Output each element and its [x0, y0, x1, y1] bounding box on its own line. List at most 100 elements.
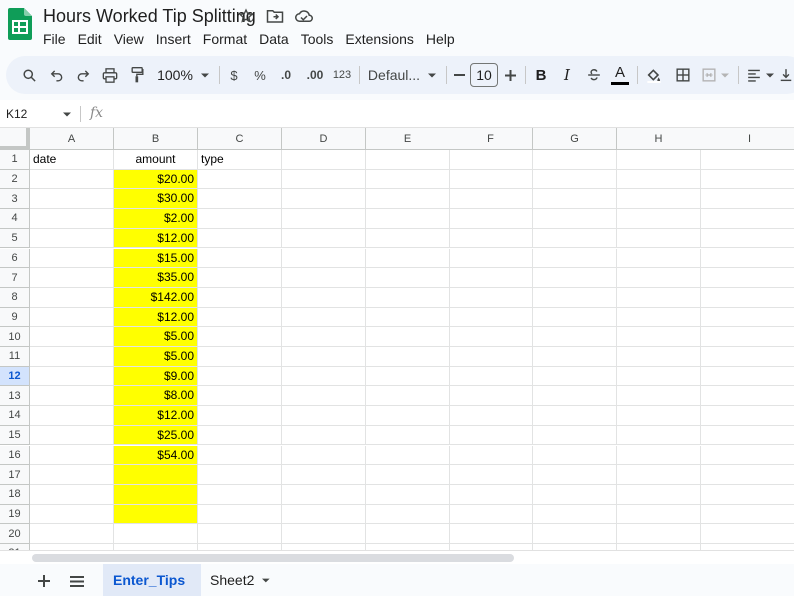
cell-i13[interactable] [700, 386, 794, 407]
cell-e16[interactable] [366, 445, 450, 466]
row-header[interactable]: 15 [0, 425, 30, 446]
menu-insert[interactable]: Insert [150, 30, 197, 48]
decrease-font-size-button[interactable] [450, 56, 468, 94]
cell-c2[interactable] [198, 169, 282, 190]
column-header-f[interactable]: F [449, 128, 533, 150]
cell-c12[interactable] [198, 366, 282, 387]
undo-icon[interactable] [46, 56, 68, 94]
row-header[interactable]: 14 [0, 406, 30, 426]
text-color-button[interactable]: A [609, 56, 631, 94]
cell-b13[interactable]: $8.00 [114, 386, 198, 407]
cell-g20[interactable] [533, 524, 617, 544]
cell-a3[interactable] [30, 189, 114, 210]
borders-icon[interactable] [672, 56, 694, 94]
cell-d10[interactable] [282, 327, 366, 347]
cell-e14[interactable] [366, 406, 450, 426]
cell-c1[interactable]: type [198, 150, 282, 170]
horizontal-scrollbar[interactable] [0, 550, 794, 564]
cell-b7[interactable]: $35.00 [114, 268, 198, 288]
cell-d13[interactable] [282, 386, 366, 407]
star-icon[interactable] [236, 6, 256, 26]
cell-b2[interactable]: $20.00 [114, 169, 198, 190]
cell-g10[interactable] [533, 327, 617, 347]
cell-a14[interactable] [30, 406, 114, 426]
merge-cells-icon[interactable] [698, 56, 732, 94]
cell-g14[interactable] [533, 406, 617, 426]
cell-a16[interactable] [30, 445, 114, 466]
cell-e5[interactable] [366, 228, 450, 249]
cell-c9[interactable] [198, 307, 282, 328]
row-header[interactable]: 8 [0, 287, 30, 308]
cell-c14[interactable] [198, 406, 282, 426]
cell-b8[interactable]: $142.00 [114, 287, 198, 308]
cell-e9[interactable] [366, 307, 450, 328]
row-header[interactable]: 18 [0, 484, 30, 505]
cell-b14[interactable]: $12.00 [114, 406, 198, 426]
cell-h11[interactable] [617, 347, 701, 367]
cell-f19[interactable] [449, 504, 533, 525]
cell-d16[interactable] [282, 445, 366, 466]
column-header-i[interactable]: I [700, 128, 794, 150]
cell-i16[interactable] [700, 446, 794, 466]
cell-b5[interactable]: $12.00 [114, 228, 198, 249]
column-header-g[interactable]: G [533, 128, 617, 150]
cell-g1[interactable] [533, 150, 617, 170]
cell-c4[interactable] [198, 209, 282, 229]
cell-b17[interactable] [114, 465, 198, 485]
cell-d14[interactable] [282, 406, 366, 426]
cell-h6[interactable] [617, 248, 701, 269]
cell-i18[interactable] [700, 485, 794, 505]
menu-tools[interactable]: Tools [295, 30, 340, 48]
cell-e11[interactable] [366, 347, 450, 367]
cell-g3[interactable] [533, 189, 617, 210]
cell-g4[interactable] [533, 209, 617, 229]
cell-b6[interactable]: $15.00 [114, 248, 198, 269]
cell-h3[interactable] [617, 189, 701, 210]
menu-format[interactable]: Format [197, 30, 253, 48]
cell-i3[interactable] [700, 189, 794, 210]
cell-g6[interactable] [533, 248, 617, 269]
cell-i5[interactable] [700, 229, 794, 249]
sheet-tab-sheet2[interactable]: Sheet2 [200, 564, 280, 596]
cell-f11[interactable] [449, 347, 533, 367]
cell-i4[interactable] [700, 209, 794, 229]
decrease-decimal-button[interactable]: .0 [274, 56, 298, 94]
paint-format-icon[interactable] [126, 56, 148, 94]
cell-e2[interactable] [366, 169, 450, 190]
cell-a9[interactable] [30, 307, 114, 328]
cell-g15[interactable] [533, 425, 617, 446]
cell-g5[interactable] [533, 228, 617, 249]
cell-f16[interactable] [449, 445, 533, 466]
cell-h10[interactable] [617, 327, 701, 347]
cell-h15[interactable] [617, 425, 701, 446]
cell-b4[interactable]: $2.00 [114, 209, 198, 229]
cell-d17[interactable] [282, 465, 366, 485]
cell-d3[interactable] [282, 189, 366, 210]
cell-e15[interactable] [366, 425, 450, 446]
cell-f7[interactable] [449, 268, 533, 288]
cell-i19[interactable] [700, 505, 794, 525]
cell-i15[interactable] [700, 426, 794, 446]
menu-edit[interactable]: Edit [72, 30, 108, 48]
cell-e12[interactable] [366, 366, 450, 387]
cell-i20[interactable] [700, 524, 794, 544]
cell-e20[interactable] [366, 524, 450, 544]
cell-a2[interactable] [30, 169, 114, 190]
cell-e7[interactable] [366, 268, 450, 288]
chevron-down-icon[interactable] [262, 578, 270, 583]
cell-b1[interactable]: amount [114, 150, 198, 170]
cell-a12[interactable] [30, 366, 114, 387]
cell-b19[interactable] [114, 504, 198, 525]
row-header[interactable]: 6 [0, 248, 30, 269]
cell-e10[interactable] [366, 327, 450, 347]
cell-e3[interactable] [366, 189, 450, 210]
cell-b9[interactable]: $12.00 [114, 307, 198, 328]
menu-view[interactable]: View [108, 30, 150, 48]
cell-g19[interactable] [533, 504, 617, 525]
cell-e18[interactable] [366, 484, 450, 505]
cell-c10[interactable] [198, 327, 282, 347]
cell-h20[interactable] [617, 524, 701, 544]
fill-color-icon[interactable] [643, 56, 665, 94]
cell-a4[interactable] [30, 209, 114, 229]
row-header[interactable]: 4 [0, 209, 30, 229]
